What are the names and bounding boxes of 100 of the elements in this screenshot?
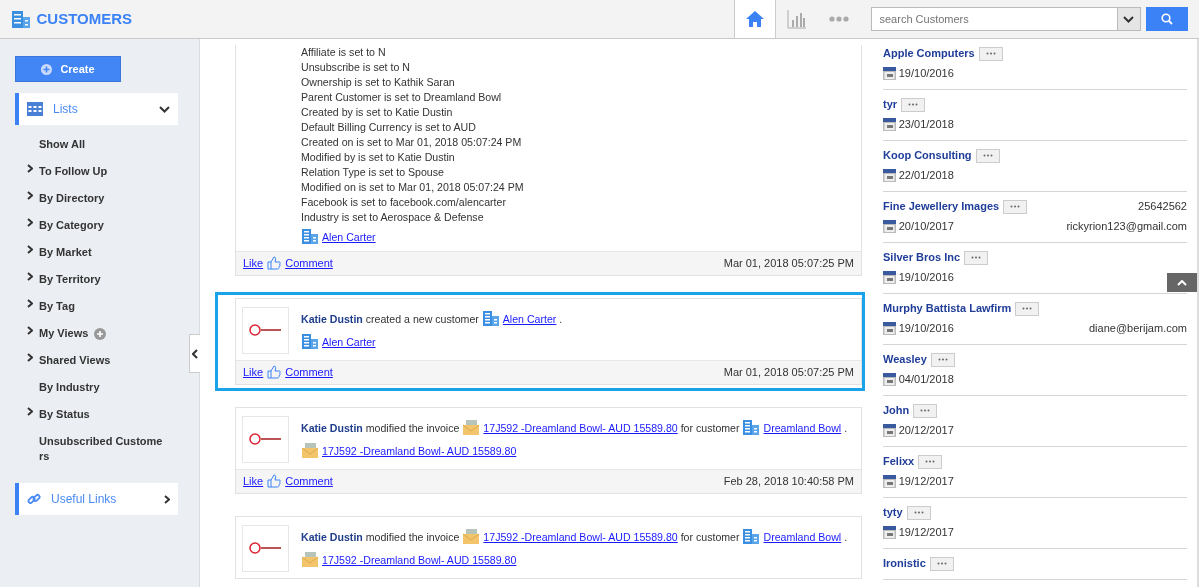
- search-button[interactable]: [1146, 7, 1188, 31]
- list-item[interactable]: By Industry: [25, 380, 100, 395]
- list-item[interactable]: Shared Views: [25, 353, 111, 368]
- user-name[interactable]: Katie Dustin: [301, 312, 363, 325]
- comment-link[interactable]: Comment: [285, 255, 333, 272]
- logo-drawing: [248, 433, 283, 446]
- change-line: Modified by is set to Katie Dustin: [301, 150, 456, 165]
- scroll-top-button[interactable]: [1167, 273, 1197, 292]
- list-item[interactable]: By Category: [25, 218, 104, 233]
- more-button[interactable]: [1015, 301, 1040, 316]
- link-icon: [27, 492, 41, 506]
- more-icon: [828, 16, 849, 22]
- more-icon: [985, 52, 996, 55]
- nav-tab[interactable]: [733, 0, 776, 38]
- chevron-left-icon: [192, 348, 198, 359]
- dropdown-button[interactable]: [1116, 7, 1141, 31]
- more-button[interactable]: [978, 46, 1003, 61]
- list-item[interactable]: My Views: [25, 326, 89, 341]
- building-icon: [11, 9, 31, 29]
- logo-drawing: [248, 542, 283, 555]
- collapse-tab[interactable]: [189, 334, 200, 373]
- change-line: Unsubscribe is set to N: [301, 60, 411, 75]
- building-icon: [742, 418, 761, 435]
- user-name[interactable]: Katie Dustin: [301, 530, 363, 543]
- list-item[interactable]: To Follow Up: [25, 164, 108, 179]
- customer-name[interactable]: Ironistic: [883, 556, 926, 571]
- list-item[interactable]: By Tag: [25, 299, 75, 314]
- calendar-icon: [883, 475, 896, 488]
- app-title: CUSTOMERS: [36, 8, 133, 29]
- change-line: Facebook is set to facebook.com/alencarter: [301, 195, 507, 210]
- calendar-grid-icon: [27, 102, 43, 116]
- more-button[interactable]: [913, 403, 938, 418]
- customer-name[interactable]: tyr: [883, 97, 898, 112]
- list-item[interactable]: By Directory: [25, 191, 105, 206]
- link[interactable]: Dreamland Bowl: [763, 421, 842, 434]
- more-button[interactable]: [930, 352, 955, 367]
- activity-text: for customer: [680, 530, 740, 543]
- more-icon: [971, 256, 982, 259]
- list-item[interactable]: By Status: [25, 407, 90, 422]
- more-icon: [982, 154, 993, 157]
- chevron-down-icon: [1123, 15, 1134, 23]
- list-item[interactable]: Show All: [25, 137, 86, 152]
- activity-text: created a new customer: [365, 312, 479, 325]
- like-link[interactable]: Like: [243, 255, 264, 272]
- created-date: 19/10/2016: [898, 66, 954, 81]
- created-date: 20/10/2017: [898, 219, 954, 234]
- customer-name[interactable]: Murphy Battista Lawfirm: [883, 301, 1012, 316]
- like-link[interactable]: Like: [243, 364, 264, 381]
- customer-name[interactable]: Koop Consulting: [883, 148, 972, 163]
- activity-text: .: [844, 530, 848, 543]
- customer-name[interactable]: John: [883, 403, 910, 418]
- more-button[interactable]: [929, 556, 954, 571]
- created-date: 19/10/2016: [898, 321, 954, 336]
- more-icon: [913, 511, 924, 514]
- calendar-icon: [883, 526, 896, 539]
- more-button[interactable]: [901, 97, 926, 112]
- more-button[interactable]: [918, 454, 943, 469]
- customer-name[interactable]: tyty: [883, 505, 903, 520]
- link[interactable]: Dreamland Bowl: [763, 530, 842, 543]
- change-line: Modified on is set to Mar 01, 2018 05:07:24 PM: [301, 180, 525, 195]
- envelope-icon: [301, 441, 319, 458]
- search-field[interactable]: search Customers: [870, 7, 1117, 31]
- more-button[interactable]: [975, 148, 1000, 163]
- link[interactable]: Alen Carter: [322, 230, 376, 243]
- section-header[interactable]: Useful Links: [15, 483, 178, 515]
- customer-name[interactable]: Silver Bros Inc: [883, 250, 961, 265]
- link[interactable]: 17J592 -Dreamland Bowl- AUD 15589.80: [483, 530, 678, 543]
- created-date: 22/01/2018: [898, 168, 954, 183]
- calendar-icon: [883, 118, 896, 131]
- link[interactable]: Alen Carter: [322, 335, 376, 348]
- link[interactable]: 17J592 -Dreamland Bowl- AUD 15589.80: [483, 421, 678, 434]
- plus-circle-icon[interactable]: [93, 327, 106, 340]
- list-item[interactable]: By Market: [25, 245, 92, 260]
- more-button[interactable]: [906, 505, 931, 520]
- create-button[interactable]: Create: [15, 56, 121, 82]
- customer-name[interactable]: Felixx: [883, 454, 915, 469]
- customer-name[interactable]: Weasley: [883, 352, 927, 367]
- link[interactable]: 17J592 -Dreamland Bowl- AUD 15589.80: [322, 553, 517, 566]
- change-line: Created by is set to Katie Dustin: [301, 105, 454, 120]
- link[interactable]: Alen Carter: [502, 312, 557, 325]
- link[interactable]: 17J592 -Dreamland Bowl- AUD 15589.80: [322, 444, 517, 457]
- list-item[interactable]: By Territory: [25, 272, 101, 287]
- list-item[interactable]: Unsubscribed Custome rs: [25, 434, 165, 464]
- building-icon: [301, 227, 319, 244]
- timestamp: Feb 28, 2018 10:40:58 PM: [723, 474, 854, 489]
- more-icon: [936, 562, 947, 565]
- user-name[interactable]: Katie Dustin: [301, 421, 363, 434]
- more-icon: [1022, 307, 1033, 310]
- calendar-icon: [883, 373, 896, 386]
- like-link[interactable]: Like: [243, 473, 264, 490]
- more-icon: [925, 460, 936, 463]
- more-button[interactable]: [1003, 199, 1028, 214]
- building-icon: [301, 332, 319, 349]
- more-button[interactable]: [964, 250, 989, 265]
- activity-text: .: [559, 312, 563, 325]
- customer-name[interactable]: Apple Computers: [883, 46, 975, 61]
- comment-link[interactable]: Comment: [285, 473, 333, 490]
- calendar-icon: [883, 169, 896, 182]
- customer-name[interactable]: Fine Jewellery Images: [883, 199, 1000, 214]
- comment-link[interactable]: Comment: [285, 364, 333, 381]
